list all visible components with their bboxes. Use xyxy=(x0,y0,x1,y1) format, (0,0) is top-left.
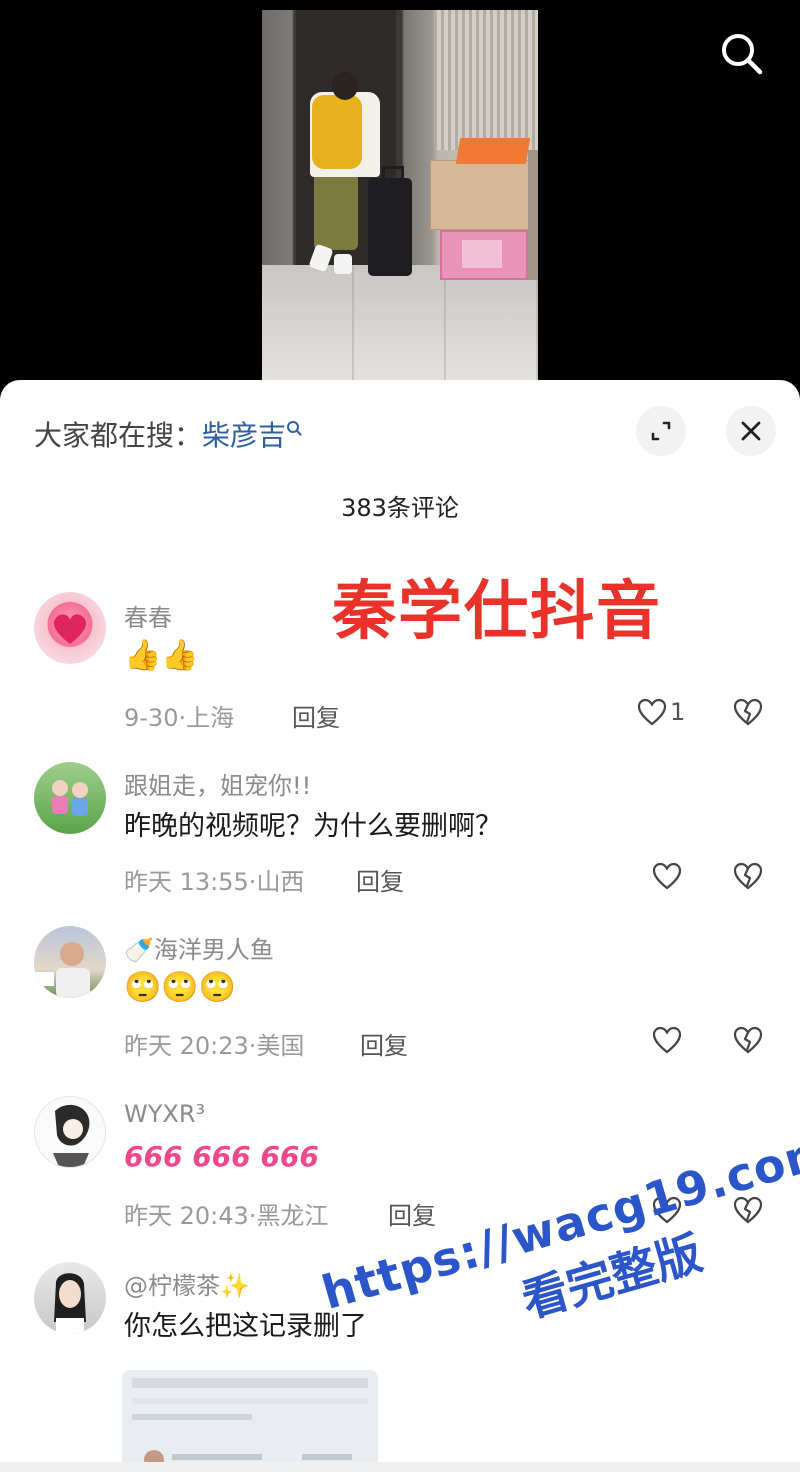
comment-image[interactable] xyxy=(122,1370,378,1472)
video-person-head xyxy=(332,72,358,100)
broken-heart-icon[interactable] xyxy=(732,1024,764,1056)
reply-button[interactable]: 回复 xyxy=(292,698,340,733)
comment-count: 383条评论 xyxy=(341,494,459,522)
video-wall-panel xyxy=(434,10,538,150)
comment-meta: 昨天 20:43·黑龙江 xyxy=(124,1202,329,1230)
avatar[interactable] xyxy=(34,1096,106,1168)
video-person-legs xyxy=(314,170,358,250)
comment-location: 山西 xyxy=(256,868,305,896)
comment-meta: 昨天 20:23·美国 xyxy=(124,1032,305,1060)
comment-emoji: 🙄🙄🙄 xyxy=(124,970,237,1005)
comment-time: 昨天 13:55 xyxy=(124,868,249,896)
avatar[interactable] xyxy=(34,592,106,664)
like-count: 1 xyxy=(670,698,686,726)
comment-emoji: 👍👍 xyxy=(124,638,199,673)
heart-outline-icon[interactable] xyxy=(636,696,668,728)
avatar[interactable] xyxy=(34,1262,106,1334)
sparkles-icon: ✨ xyxy=(220,1272,250,1300)
comment-text: 昨晚的视频呢？为什么要删啊？ xyxy=(124,811,502,842)
comment-username-text[interactable]: @柠檬茶 xyxy=(124,1272,220,1300)
video-box-lid xyxy=(455,138,531,164)
small-search-icon xyxy=(287,421,300,433)
avatar[interactable] xyxy=(34,926,106,998)
heart-outline-icon[interactable] xyxy=(651,1024,683,1056)
baby-bottle-icon: 🍼 xyxy=(124,936,154,964)
heart-outline-icon[interactable] xyxy=(651,860,683,892)
reply-button[interactable]: 回复 xyxy=(388,1196,436,1231)
video-area[interactable] xyxy=(0,0,800,400)
comment-username[interactable]: 跟姐走，姐宠你!! xyxy=(124,766,311,801)
comment-emoji: 666 666 666 xyxy=(124,1140,319,1173)
expand-button[interactable] xyxy=(636,406,686,456)
video-shoe xyxy=(334,254,352,274)
comment-time: 9-30 xyxy=(124,704,179,732)
comment-username[interactable]: 春春 xyxy=(124,598,172,633)
video-floor xyxy=(262,265,538,382)
expand-icon xyxy=(651,421,671,441)
hot-search-term[interactable]: 柴彦吉 xyxy=(202,419,286,452)
video-thumbnail[interactable] xyxy=(262,10,538,382)
avatar[interactable] xyxy=(34,762,106,834)
comment-meta: 9-30·上海 xyxy=(124,704,235,732)
comment-location: 黑龙江 xyxy=(256,1202,329,1230)
comment-time: 昨天 20:23 xyxy=(124,1032,249,1060)
comment-location: 上海 xyxy=(186,704,235,732)
close-icon xyxy=(741,421,761,441)
hot-search-bar[interactable]: 大家都在搜：柴彦吉 xyxy=(34,414,300,454)
search-icon[interactable] xyxy=(718,30,766,78)
video-cardboard-box xyxy=(430,160,534,230)
bottom-divider xyxy=(0,1462,800,1472)
video-suitcase xyxy=(368,166,412,276)
comment-location: 美国 xyxy=(256,1032,305,1060)
hot-search-prefix: 大家都在搜： xyxy=(34,419,203,452)
video-backpack xyxy=(312,95,362,169)
video-pink-box xyxy=(440,230,528,280)
comment-username[interactable]: WYXR³ xyxy=(124,1100,205,1128)
comment-time: 昨天 20:43 xyxy=(124,1202,249,1230)
comment-username[interactable]: @柠檬茶✨ xyxy=(124,1266,250,1301)
reply-button[interactable]: 回复 xyxy=(360,1026,408,1061)
comment-username-text[interactable]: 海洋男人鱼 xyxy=(154,936,274,964)
video-cabinet xyxy=(528,150,538,280)
broken-heart-icon[interactable] xyxy=(732,696,764,728)
overlay-watermark-text: 秦学仕抖音 xyxy=(332,575,662,649)
comment-username[interactable]: 🍼海洋男人鱼 xyxy=(124,930,274,965)
close-button[interactable] xyxy=(726,406,776,456)
broken-heart-icon[interactable] xyxy=(732,860,764,892)
reply-button[interactable]: 回复 xyxy=(356,862,404,897)
comment-meta: 昨天 13:55·山西 xyxy=(124,868,305,896)
